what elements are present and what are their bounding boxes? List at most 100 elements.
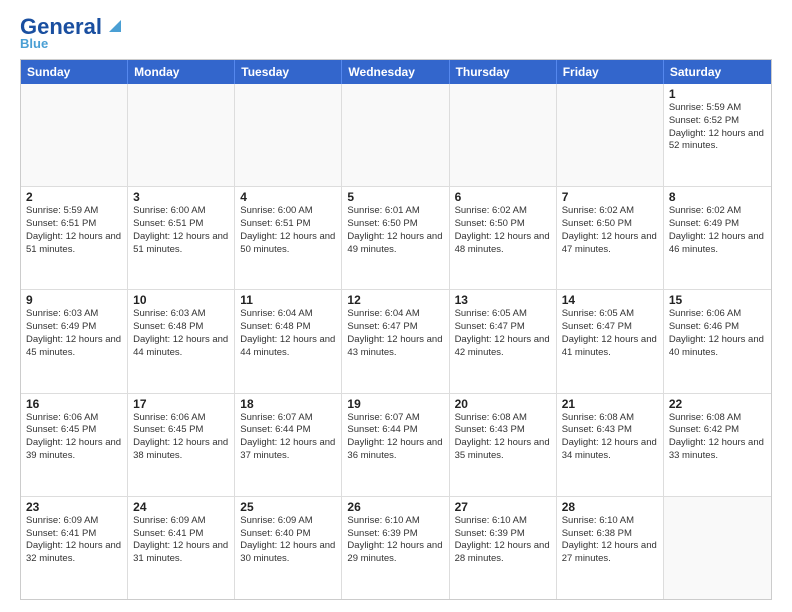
- day-cell-28: 28Sunrise: 6:10 AMSunset: 6:38 PMDayligh…: [557, 497, 664, 599]
- day-info: Sunrise: 5:59 AMSunset: 6:52 PMDaylight:…: [669, 102, 766, 153]
- day-info: Sunrise: 6:08 AMSunset: 6:43 PMDaylight:…: [455, 412, 551, 463]
- day-cell-3: 3Sunrise: 6:00 AMSunset: 6:51 PMDaylight…: [128, 187, 235, 289]
- day-info: Sunrise: 6:10 AMSunset: 6:39 PMDaylight:…: [455, 515, 551, 566]
- day-info: Sunrise: 6:03 AMSunset: 6:48 PMDaylight:…: [133, 308, 229, 359]
- day-number: 1: [669, 87, 766, 101]
- day-cell-7: 7Sunrise: 6:02 AMSunset: 6:50 PMDaylight…: [557, 187, 664, 289]
- day-info: Sunrise: 6:03 AMSunset: 6:49 PMDaylight:…: [26, 308, 122, 359]
- day-info: Sunrise: 6:08 AMSunset: 6:42 PMDaylight:…: [669, 412, 766, 463]
- day-cell-2: 2Sunrise: 5:59 AMSunset: 6:51 PMDaylight…: [21, 187, 128, 289]
- calendar-row-4: 23Sunrise: 6:09 AMSunset: 6:41 PMDayligh…: [21, 496, 771, 599]
- day-cell-24: 24Sunrise: 6:09 AMSunset: 6:41 PMDayligh…: [128, 497, 235, 599]
- day-info: Sunrise: 6:06 AMSunset: 6:45 PMDaylight:…: [26, 412, 122, 463]
- day-info: Sunrise: 6:00 AMSunset: 6:51 PMDaylight:…: [133, 205, 229, 256]
- calendar-row-2: 9Sunrise: 6:03 AMSunset: 6:49 PMDaylight…: [21, 289, 771, 392]
- day-info: Sunrise: 6:07 AMSunset: 6:44 PMDaylight:…: [240, 412, 336, 463]
- empty-cell: [21, 84, 128, 186]
- page: General Blue SundayMondayTuesdayWednesda…: [0, 0, 792, 612]
- day-cell-20: 20Sunrise: 6:08 AMSunset: 6:43 PMDayligh…: [450, 394, 557, 496]
- calendar-header: SundayMondayTuesdayWednesdayThursdayFrid…: [21, 60, 771, 84]
- day-number: 11: [240, 293, 336, 307]
- day-info: Sunrise: 6:09 AMSunset: 6:40 PMDaylight:…: [240, 515, 336, 566]
- day-number: 14: [562, 293, 658, 307]
- day-number: 16: [26, 397, 122, 411]
- day-info: Sunrise: 5:59 AMSunset: 6:51 PMDaylight:…: [26, 205, 122, 256]
- day-number: 6: [455, 190, 551, 204]
- day-info: Sunrise: 6:10 AMSunset: 6:39 PMDaylight:…: [347, 515, 443, 566]
- day-info: Sunrise: 6:05 AMSunset: 6:47 PMDaylight:…: [562, 308, 658, 359]
- logo-icon: [103, 14, 125, 36]
- day-number: 20: [455, 397, 551, 411]
- day-cell-13: 13Sunrise: 6:05 AMSunset: 6:47 PMDayligh…: [450, 290, 557, 392]
- header: General Blue: [20, 16, 772, 51]
- header-day-sunday: Sunday: [21, 60, 128, 84]
- day-info: Sunrise: 6:05 AMSunset: 6:47 PMDaylight:…: [455, 308, 551, 359]
- day-number: 24: [133, 500, 229, 514]
- logo-blue: Blue: [20, 36, 48, 51]
- day-number: 15: [669, 293, 766, 307]
- day-info: Sunrise: 6:06 AMSunset: 6:45 PMDaylight:…: [133, 412, 229, 463]
- header-day-tuesday: Tuesday: [235, 60, 342, 84]
- day-number: 27: [455, 500, 551, 514]
- day-number: 19: [347, 397, 443, 411]
- empty-cell: [342, 84, 449, 186]
- day-cell-9: 9Sunrise: 6:03 AMSunset: 6:49 PMDaylight…: [21, 290, 128, 392]
- day-number: 13: [455, 293, 551, 307]
- day-cell-19: 19Sunrise: 6:07 AMSunset: 6:44 PMDayligh…: [342, 394, 449, 496]
- day-cell-10: 10Sunrise: 6:03 AMSunset: 6:48 PMDayligh…: [128, 290, 235, 392]
- day-cell-25: 25Sunrise: 6:09 AMSunset: 6:40 PMDayligh…: [235, 497, 342, 599]
- day-cell-27: 27Sunrise: 6:10 AMSunset: 6:39 PMDayligh…: [450, 497, 557, 599]
- day-info: Sunrise: 6:02 AMSunset: 6:50 PMDaylight:…: [562, 205, 658, 256]
- day-number: 18: [240, 397, 336, 411]
- day-info: Sunrise: 6:09 AMSunset: 6:41 PMDaylight:…: [26, 515, 122, 566]
- calendar: SundayMondayTuesdayWednesdayThursdayFrid…: [20, 59, 772, 600]
- day-info: Sunrise: 6:00 AMSunset: 6:51 PMDaylight:…: [240, 205, 336, 256]
- header-day-saturday: Saturday: [664, 60, 771, 84]
- day-cell-16: 16Sunrise: 6:06 AMSunset: 6:45 PMDayligh…: [21, 394, 128, 496]
- calendar-body: 1Sunrise: 5:59 AMSunset: 6:52 PMDaylight…: [21, 84, 771, 599]
- day-info: Sunrise: 6:04 AMSunset: 6:48 PMDaylight:…: [240, 308, 336, 359]
- day-cell-5: 5Sunrise: 6:01 AMSunset: 6:50 PMDaylight…: [342, 187, 449, 289]
- calendar-row-3: 16Sunrise: 6:06 AMSunset: 6:45 PMDayligh…: [21, 393, 771, 496]
- day-number: 2: [26, 190, 122, 204]
- day-number: 22: [669, 397, 766, 411]
- day-info: Sunrise: 6:10 AMSunset: 6:38 PMDaylight:…: [562, 515, 658, 566]
- day-cell-6: 6Sunrise: 6:02 AMSunset: 6:50 PMDaylight…: [450, 187, 557, 289]
- day-cell-17: 17Sunrise: 6:06 AMSunset: 6:45 PMDayligh…: [128, 394, 235, 496]
- day-number: 8: [669, 190, 766, 204]
- day-info: Sunrise: 6:07 AMSunset: 6:44 PMDaylight:…: [347, 412, 443, 463]
- day-info: Sunrise: 6:09 AMSunset: 6:41 PMDaylight:…: [133, 515, 229, 566]
- empty-cell: [450, 84, 557, 186]
- day-info: Sunrise: 6:06 AMSunset: 6:46 PMDaylight:…: [669, 308, 766, 359]
- day-cell-26: 26Sunrise: 6:10 AMSunset: 6:39 PMDayligh…: [342, 497, 449, 599]
- header-day-monday: Monday: [128, 60, 235, 84]
- day-number: 28: [562, 500, 658, 514]
- day-cell-15: 15Sunrise: 6:06 AMSunset: 6:46 PMDayligh…: [664, 290, 771, 392]
- day-number: 10: [133, 293, 229, 307]
- day-number: 7: [562, 190, 658, 204]
- day-cell-18: 18Sunrise: 6:07 AMSunset: 6:44 PMDayligh…: [235, 394, 342, 496]
- day-cell-23: 23Sunrise: 6:09 AMSunset: 6:41 PMDayligh…: [21, 497, 128, 599]
- day-info: Sunrise: 6:01 AMSunset: 6:50 PMDaylight:…: [347, 205, 443, 256]
- day-cell-12: 12Sunrise: 6:04 AMSunset: 6:47 PMDayligh…: [342, 290, 449, 392]
- day-info: Sunrise: 6:04 AMSunset: 6:47 PMDaylight:…: [347, 308, 443, 359]
- day-number: 25: [240, 500, 336, 514]
- day-cell-14: 14Sunrise: 6:05 AMSunset: 6:47 PMDayligh…: [557, 290, 664, 392]
- day-number: 9: [26, 293, 122, 307]
- header-day-thursday: Thursday: [450, 60, 557, 84]
- calendar-row-1: 2Sunrise: 5:59 AMSunset: 6:51 PMDaylight…: [21, 186, 771, 289]
- day-number: 17: [133, 397, 229, 411]
- day-number: 12: [347, 293, 443, 307]
- day-number: 21: [562, 397, 658, 411]
- day-number: 3: [133, 190, 229, 204]
- day-number: 26: [347, 500, 443, 514]
- day-info: Sunrise: 6:08 AMSunset: 6:43 PMDaylight:…: [562, 412, 658, 463]
- day-number: 4: [240, 190, 336, 204]
- day-info: Sunrise: 6:02 AMSunset: 6:49 PMDaylight:…: [669, 205, 766, 256]
- day-cell-11: 11Sunrise: 6:04 AMSunset: 6:48 PMDayligh…: [235, 290, 342, 392]
- logo: General Blue: [20, 16, 125, 51]
- day-number: 5: [347, 190, 443, 204]
- day-number: 23: [26, 500, 122, 514]
- day-cell-22: 22Sunrise: 6:08 AMSunset: 6:42 PMDayligh…: [664, 394, 771, 496]
- empty-cell: [557, 84, 664, 186]
